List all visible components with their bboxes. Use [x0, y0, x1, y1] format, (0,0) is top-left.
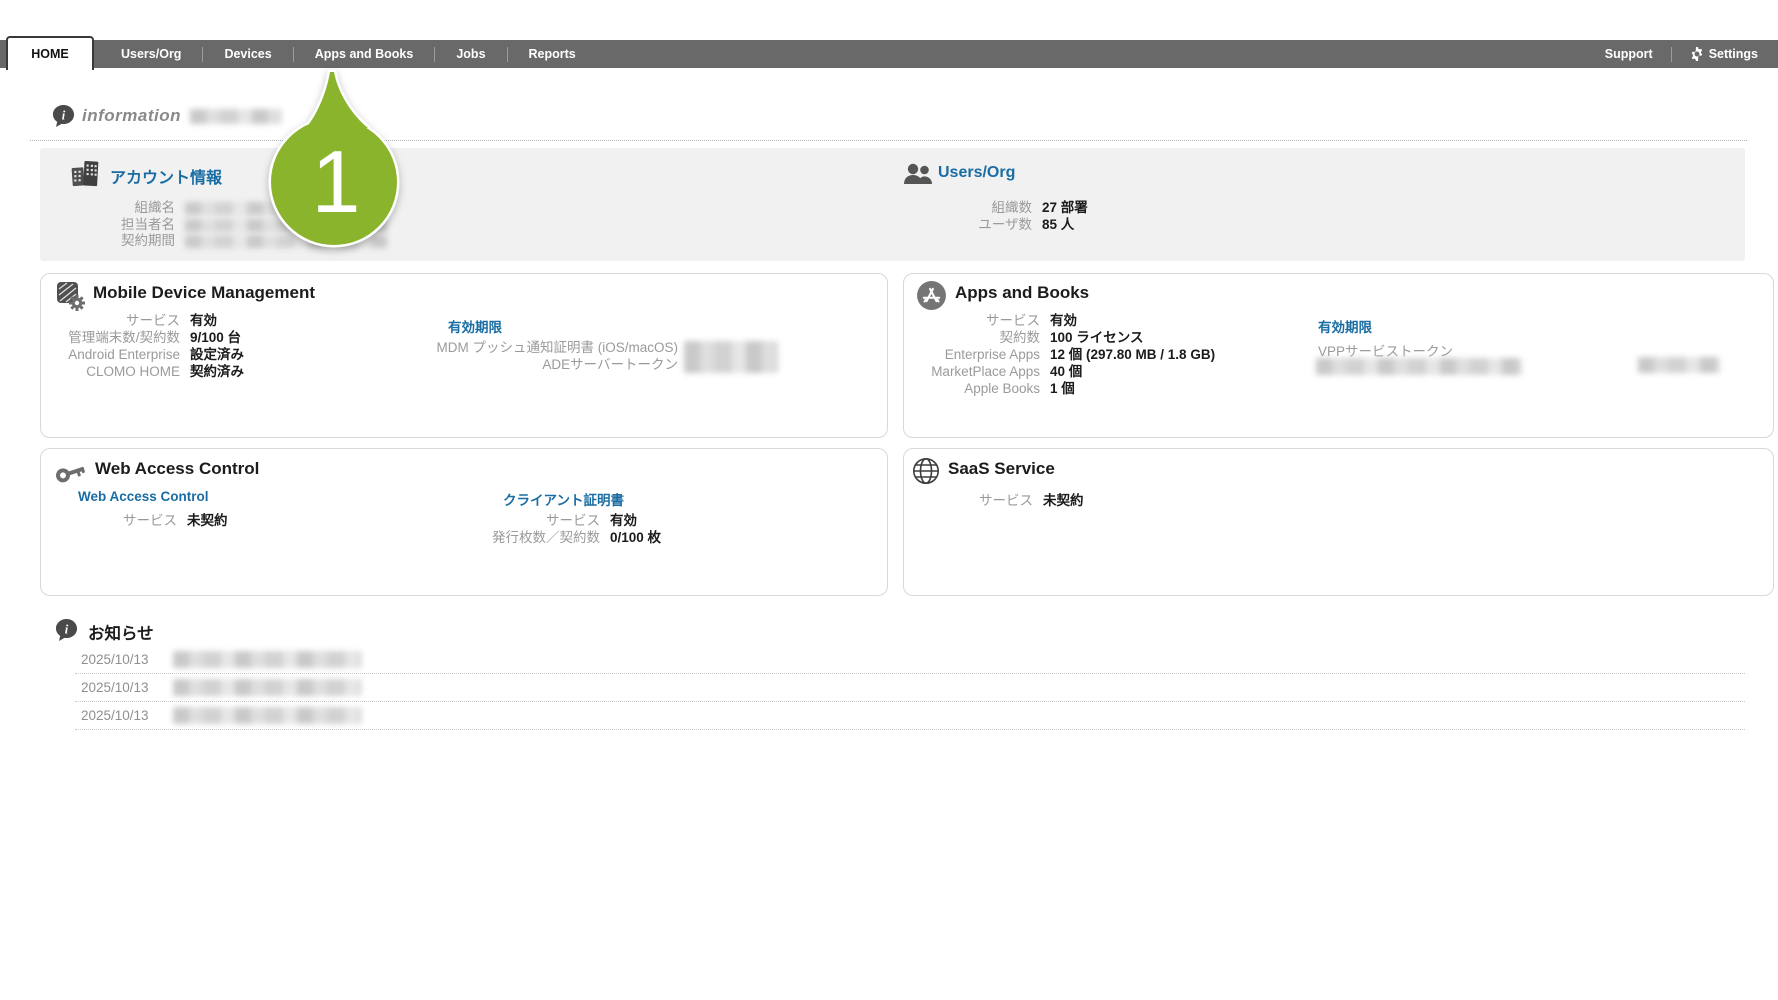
apps-row-service: サービス有効	[905, 312, 1215, 329]
information-heading: information	[82, 106, 181, 126]
key-icon	[53, 458, 87, 484]
gear-icon	[1690, 47, 1704, 61]
globe-icon	[912, 457, 940, 485]
apps-expiry-link[interactable]: 有効期限	[1318, 316, 1372, 336]
tab-devices[interactable]: Devices	[203, 47, 292, 61]
settings-link[interactable]: Settings	[1672, 47, 1758, 61]
notice-bubble-icon: i	[55, 618, 78, 642]
support-link[interactable]: Support	[1587, 47, 1671, 61]
svg-text:i: i	[65, 622, 69, 636]
users-org-section-title[interactable]: Users/Org	[938, 164, 1015, 182]
notices-title: お知らせ	[88, 620, 154, 644]
apps-books-card-title: Apps and Books	[955, 283, 1089, 303]
redacted-vpp-token	[1316, 358, 1522, 375]
mdm-row-service: サービス有効	[50, 312, 244, 329]
info-bubble-icon: i	[52, 104, 75, 128]
users-org-row-org-count: 組織数 27 部署	[952, 200, 1088, 217]
tab-apps-and-books[interactable]: Apps and Books	[294, 47, 435, 61]
account-section-title: アカウント情報	[110, 164, 222, 188]
users-org-row-user-count: ユーザ数 85 人	[952, 217, 1088, 234]
tab-users-org[interactable]: Users/Org	[100, 47, 202, 61]
mdm-device-icon	[55, 281, 85, 311]
apps-row-marketplace-apps: MarketPlace Apps40 個	[905, 363, 1215, 380]
redacted-vpp-extra	[1638, 357, 1720, 373]
cert-row-issued: 発行枚数／契約数0/100 枚	[440, 529, 661, 546]
apps-row-enterprise-apps: Enterprise Apps12 個 (297.80 MB / 1.8 GB)	[905, 346, 1215, 363]
wac-link[interactable]: Web Access Control	[78, 489, 209, 504]
saas-row-service: サービス未契約	[905, 492, 1084, 509]
notice-row[interactable]: 2025/10/13	[75, 702, 1745, 730]
apps-row-licenses: 契約数100 ライセンス	[905, 329, 1215, 346]
vpp-token-label: VPPサービストークン	[1318, 340, 1453, 360]
tab-home-label: HOME	[31, 47, 69, 61]
redacted-notice-text	[173, 651, 361, 668]
svg-text:i: i	[62, 108, 66, 122]
mdm-row-android-enterprise: Android Enterprise設定済み	[50, 346, 244, 363]
mdm-cert-rows: MDM プッシュ通知証明書 (iOS/macOS) ADEサーバートークン	[416, 339, 688, 373]
tab-reports[interactable]: Reports	[508, 47, 597, 61]
notice-row[interactable]: 2025/10/13	[75, 646, 1745, 674]
tab-jobs[interactable]: Jobs	[435, 47, 506, 61]
apps-books-rows: サービス有効 契約数100 ライセンス Enterprise Apps12 個 …	[905, 312, 1215, 397]
nav-right: Support Settings	[1587, 40, 1758, 68]
settings-label: Settings	[1709, 47, 1758, 61]
mdm-row-ade-token: ADEサーバートークン	[416, 356, 688, 373]
mdm-card-title: Mobile Device Management	[93, 283, 315, 303]
step-number: 1	[312, 132, 361, 231]
notice-date: 2025/10/13	[75, 652, 173, 667]
wac-rows: サービス未契約	[62, 512, 228, 529]
client-cert-link[interactable]: クライアント証明書	[503, 489, 624, 509]
nav-tabs: Users/Org Devices Apps and Books Jobs Re…	[100, 40, 597, 68]
saas-card-title: SaaS Service	[948, 459, 1055, 479]
tab-home-active[interactable]: HOME	[6, 36, 94, 70]
clomo-home-page: HOME Users/Org Devices Apps and Books Jo…	[0, 0, 1778, 1000]
mdm-rows: サービス有効 管理端末数/契約数9/100 台 Android Enterpri…	[50, 312, 244, 380]
apps-row-apple-books: Apple Books1 個	[905, 380, 1215, 397]
users-icon	[903, 163, 933, 185]
notice-row[interactable]: 2025/10/13	[75, 674, 1745, 702]
mdm-row-clomo-home: CLOMO HOME契約済み	[50, 363, 244, 380]
app-store-icon	[916, 280, 947, 311]
users-org-rows: 組織数 27 部署 ユーザ数 85 人	[952, 200, 1088, 233]
buildings-icon	[70, 158, 102, 188]
mdm-row-devices: 管理端末数/契約数9/100 台	[50, 329, 244, 346]
wac-row-service: サービス未契約	[62, 512, 228, 529]
mdm-expiry-link[interactable]: 有効期限	[448, 316, 502, 336]
saas-rows: サービス未契約	[905, 492, 1084, 509]
redacted-ade-token	[684, 341, 778, 373]
redacted-notice-text	[173, 679, 361, 696]
step-1-marker: 1	[256, 66, 414, 256]
cert-row-service: サービス有効	[440, 512, 661, 529]
wac-card-title: Web Access Control	[95, 459, 259, 479]
mdm-row-push-cert: MDM プッシュ通知証明書 (iOS/macOS)	[416, 339, 688, 356]
notices-list: 2025/10/13 2025/10/13 2025/10/13	[75, 646, 1745, 730]
notice-date: 2025/10/13	[75, 680, 173, 695]
notice-date: 2025/10/13	[75, 708, 173, 723]
redacted-notice-text	[173, 707, 361, 724]
client-cert-rows: サービス有効 発行枚数／契約数0/100 枚	[440, 512, 661, 546]
